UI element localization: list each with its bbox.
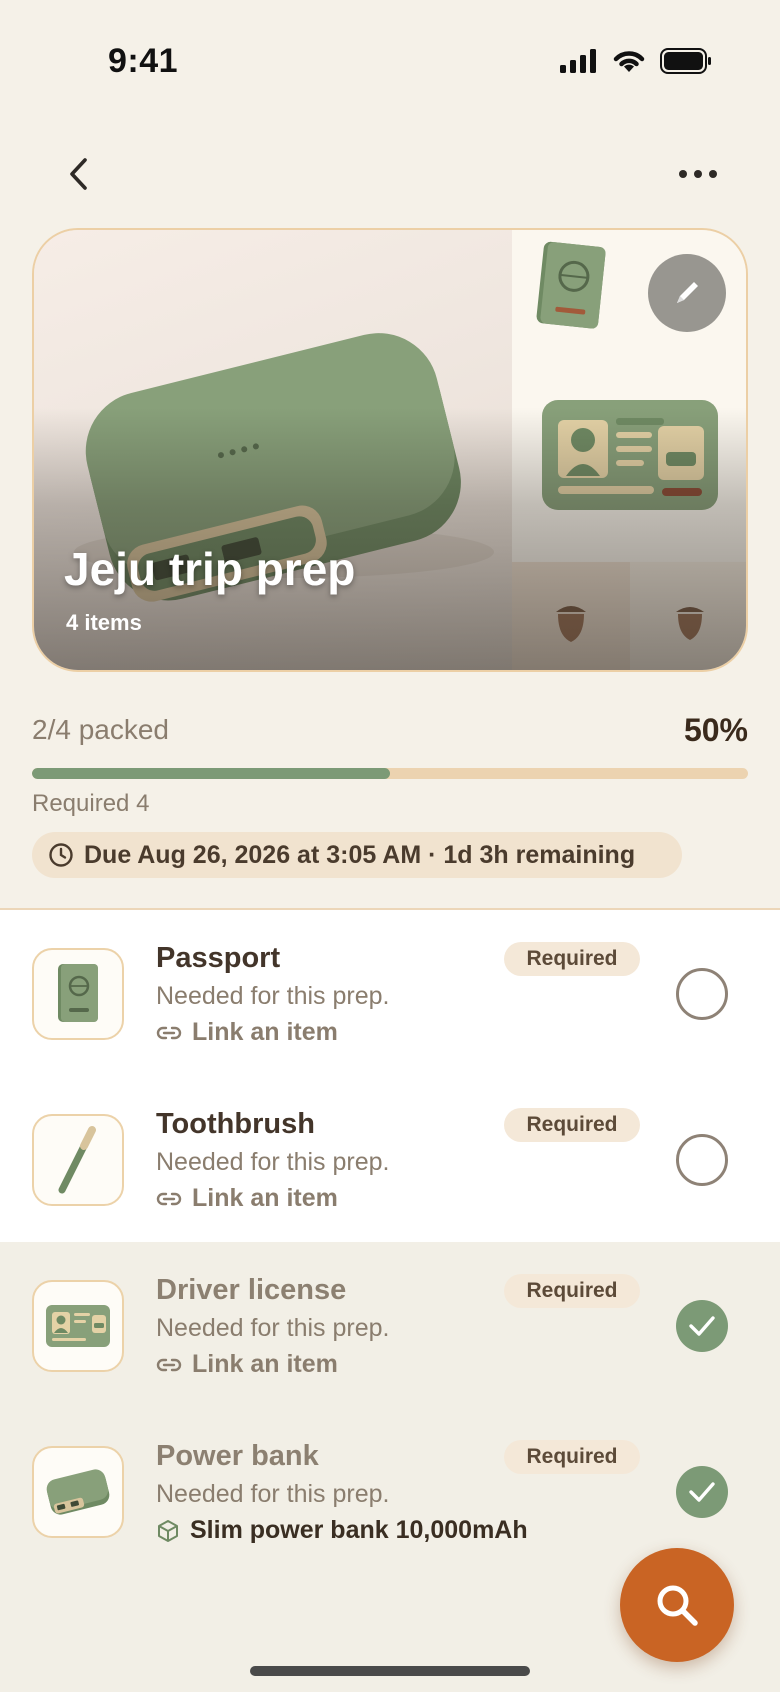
power-bank-illustration [74, 333, 494, 602]
home-indicator [250, 1666, 530, 1676]
driver-license-icon [46, 1305, 110, 1347]
packed-checkbox[interactable] [676, 968, 728, 1020]
cover-image-placeholder-a [512, 562, 630, 670]
required-badge: Required [504, 1274, 640, 1308]
linked-item-label: Slim power bank 10,000mAh [190, 1516, 528, 1544]
item-thumbnail [32, 948, 124, 1040]
check-icon [689, 1482, 715, 1502]
link-icon [156, 1358, 182, 1371]
item-description: Needed for this prep. [156, 1148, 390, 1176]
status-time: 9:41 [108, 42, 179, 80]
link-label: Link an item [192, 1184, 338, 1212]
battery-icon [660, 48, 711, 74]
progress-bar [32, 768, 748, 779]
search-button[interactable] [620, 1548, 734, 1662]
link-item-button[interactable]: Link an item [156, 1350, 338, 1379]
box-icon [158, 1519, 178, 1542]
more-button[interactable] [668, 150, 728, 198]
prep-title: Jeju trip prep [64, 543, 356, 595]
linked-item[interactable]: Slim power bank 10,000mAh [156, 1516, 528, 1545]
progress-fill [32, 768, 390, 779]
item-thumbnail [32, 1280, 124, 1372]
acorn-icon [556, 606, 586, 642]
clock-icon [49, 843, 73, 867]
item-list: Passport Required Needed for this prep. … [0, 910, 780, 1574]
due-chip: Due Aug 26, 2026 at 3:05 AM · 1d 3h rema… [32, 832, 682, 878]
packed-checkbox[interactable] [676, 1134, 728, 1186]
toothbrush-icon [58, 1126, 96, 1194]
item-description: Needed for this prep. [156, 982, 390, 1010]
cover-image-power-bank [34, 230, 512, 670]
chevron-left-icon [70, 158, 87, 190]
required-count: Required 4 [32, 790, 150, 817]
more-icon [679, 170, 717, 178]
required-badge: Required [504, 942, 640, 976]
packed-checkbox[interactable] [676, 1300, 728, 1352]
link-item-button[interactable]: Link an item [156, 1018, 338, 1047]
list-item-driver-license[interactable]: Driver license Required Needed for this … [0, 1242, 780, 1408]
power-bank-icon [46, 1469, 110, 1515]
status-icons [560, 48, 712, 74]
packed-checkbox[interactable] [676, 1466, 728, 1518]
link-label: Link an item [192, 1350, 338, 1378]
search-icon [657, 1585, 698, 1626]
list-item-toothbrush[interactable]: Toothbrush Required Needed for this prep… [0, 1076, 780, 1242]
item-description: Needed for this prep. [156, 1480, 390, 1508]
link-label: Link an item [192, 1018, 338, 1046]
cover-image-placeholder-b [630, 562, 746, 670]
item-name: Passport [156, 942, 281, 974]
status-bar: 9:41 [0, 0, 780, 120]
item-thumbnail [32, 1114, 124, 1206]
edit-cover-button[interactable] [648, 254, 726, 332]
prep-cover[interactable]: Jeju trip prep 4 items [32, 228, 748, 672]
pencil-icon [677, 282, 698, 303]
item-count: 4 items [66, 610, 142, 635]
item-name: Toothbrush [156, 1108, 315, 1140]
link-icon [156, 1192, 182, 1205]
item-name: Driver license [156, 1274, 347, 1306]
back-button[interactable] [52, 148, 104, 200]
item-name: Power bank [156, 1440, 319, 1472]
link-icon [156, 1026, 182, 1039]
required-badge: Required [504, 1108, 640, 1142]
signal-icon [560, 49, 596, 73]
link-item-button[interactable]: Link an item [156, 1184, 338, 1213]
check-icon [689, 1316, 715, 1336]
required-badge: Required [504, 1440, 640, 1474]
packed-percent: 50% [683, 712, 748, 748]
packed-count: 2/4 packed [32, 714, 169, 745]
wifi-icon [613, 51, 645, 72]
item-description: Needed for this prep. [156, 1314, 390, 1342]
passport-icon [58, 964, 98, 1022]
due-text: Due Aug 26, 2026 at 3:05 AM · 1d 3h rema… [84, 840, 636, 869]
list-item-passport[interactable]: Passport Required Needed for this prep. … [0, 910, 780, 1076]
acorn-icon [676, 607, 704, 640]
item-thumbnail [32, 1446, 124, 1538]
